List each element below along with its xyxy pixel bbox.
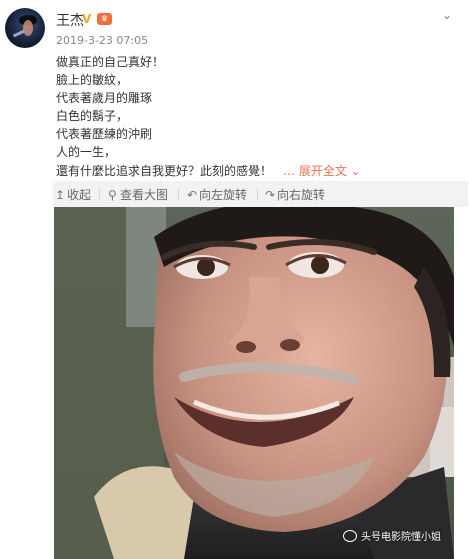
post-timestamp[interactable]: 2019-3-23 07:05 [56, 34, 148, 47]
rotate-right-button[interactable]: ↷ 向右旋转 [265, 186, 325, 203]
rotate-right-label: 向右旋转 [277, 188, 326, 202]
weibo-post: 王杰 V ♛ ⌄ 2019-3-23 07:05 做真正的自己真好！ 臉上的皺紋… [0, 0, 469, 559]
rotate-right-icon: ↷ [265, 188, 276, 202]
author-avatar[interactable] [5, 8, 45, 48]
toolbar-divider [178, 188, 179, 200]
view-large-label: 查看大图 [120, 188, 169, 202]
rotate-left-icon: ↶ [187, 188, 198, 202]
selfie-photo-illustration [54, 207, 454, 559]
image-toolbar: ↥ 收起 ⚲ 查看大图 ↶ 向左旋转 ↷ 向右旋转 [53, 181, 468, 207]
post-text-line: 白色的鬍子， [56, 109, 129, 123]
expand-full-text-link[interactable]: … 展开全文 ⌄ [283, 162, 361, 179]
avatar-face [23, 20, 33, 36]
watermark-text: 头号电影院懂小姐 [361, 532, 441, 543]
post-text-line: 人的一生， [56, 145, 117, 159]
watermark-logo-icon [343, 530, 357, 542]
post-text-line: 代表著歷練的沖刷 [56, 127, 153, 141]
view-large-image-button[interactable]: ⚲ 查看大图 [108, 186, 168, 203]
post-text-line: 做真正的自己真好！ [56, 55, 165, 69]
magnifier-icon: ⚲ [108, 188, 117, 202]
verified-badge-icon: V [82, 12, 92, 26]
post-text-line: 代表著歲月的雕琢 [56, 91, 153, 105]
watermark: 头号电影院懂小姐 [343, 528, 441, 543]
post-photo[interactable] [54, 207, 454, 559]
post-text-line: 臉上的皺紋， [56, 73, 129, 87]
post-menu-chevron-down-icon[interactable]: ⌄ [442, 8, 452, 22]
member-badge-icon: ♛ [97, 13, 112, 25]
collapse-label: 收起 [67, 188, 92, 202]
rotate-left-label: 向左旋转 [199, 188, 248, 202]
collapse-button[interactable]: ↥ 收起 [55, 186, 91, 203]
author-name[interactable]: 王杰 [56, 10, 84, 30]
rotate-left-button[interactable]: ↶ 向左旋转 [187, 186, 247, 203]
toolbar-divider [99, 188, 100, 200]
avatar-microphone [12, 29, 26, 38]
post-text-line: 還有什麼比追求自我更好？此刻的感覺！ [56, 164, 273, 178]
arrow-up-icon: ↥ [55, 188, 66, 202]
toolbar-divider [257, 188, 258, 200]
